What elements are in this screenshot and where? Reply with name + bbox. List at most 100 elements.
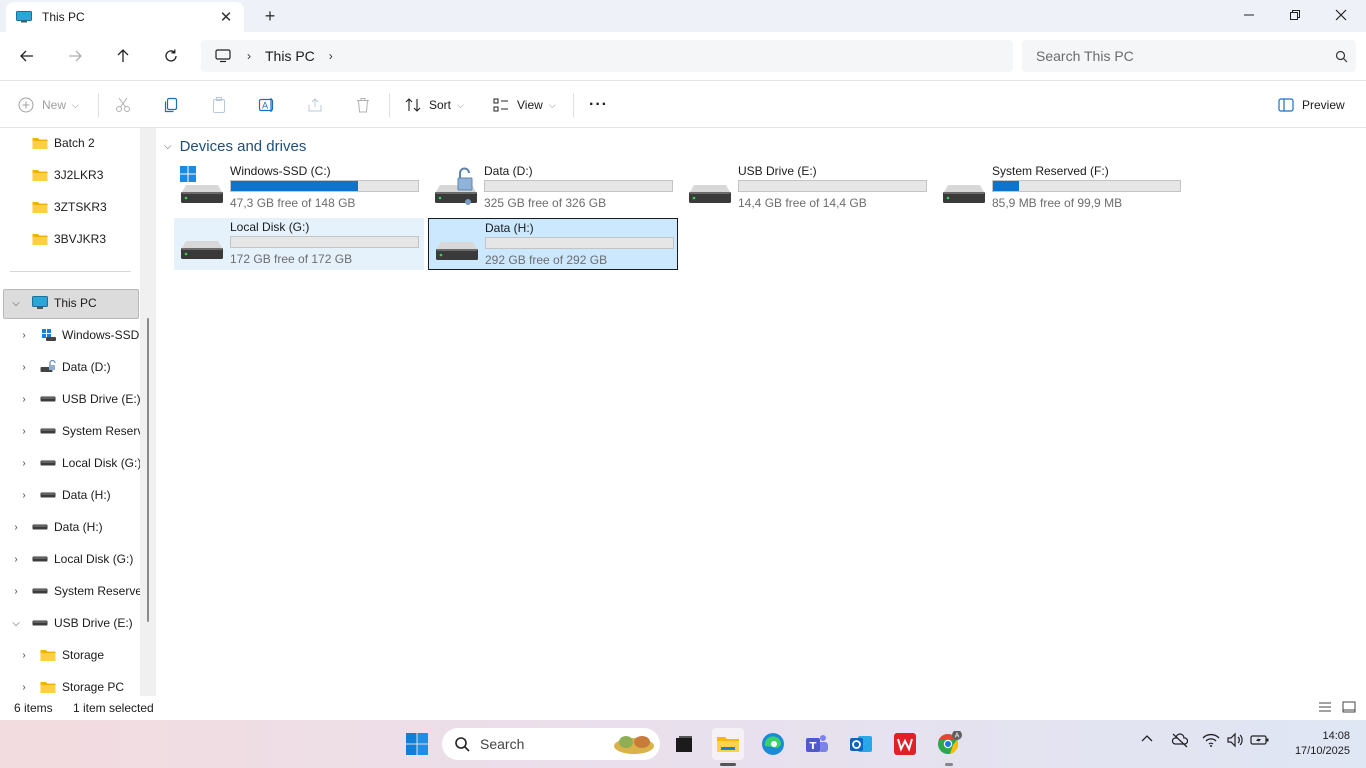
chevron-right-icon[interactable]: › [329,49,333,63]
share-button[interactable] [306,91,324,119]
sidebar-item[interactable]: › System Reservec [8,577,148,605]
drive-tile[interactable]: USB Drive (E:) 14,4 GB free of 14,4 GB [682,162,932,214]
new-tab-button[interactable]: + [258,4,282,28]
outlook-taskbar-button[interactable] [845,728,877,760]
breadcrumb-this-pc[interactable]: This PC [265,48,315,64]
taskbar-search[interactable]: Search [442,728,660,760]
cut-button[interactable] [114,91,132,119]
drive-tile[interactable]: Windows-SSD (C:) 47,3 GB free of 148 GB [174,162,424,214]
drive-name: Data (H:) [485,221,534,235]
drive-tile[interactable]: Local Disk (G:) 172 GB free of 172 GB [174,218,424,270]
computer-outline-icon [215,49,231,63]
sidebar-item[interactable]: › USB Drive (E:) [16,385,140,413]
folder-icon [40,680,56,694]
chevron-right-icon[interactable]: › [16,458,32,469]
group-header[interactable]: ⌵ Devices and drives [164,138,306,155]
sidebar-item[interactable]: 3ZTSKR3 [32,193,107,221]
drive-icon [40,456,56,470]
file-explorer-taskbar-button[interactable] [712,728,744,760]
drive-icon [435,229,479,263]
sidebar-scrollbar-thumb[interactable] [147,318,149,622]
chrome-taskbar-button[interactable]: A [933,728,965,760]
close-tab-button[interactable]: ✕ [212,5,240,29]
onedrive-status-button[interactable] [1171,732,1189,751]
drive-free-space: 172 GB free of 172 GB [230,252,353,266]
show-hidden-icons-button[interactable] [1140,732,1154,749]
wps-taskbar-button[interactable] [889,728,921,760]
chevron-right-icon[interactable]: › [8,586,24,597]
large-icons-view-button[interactable] [1342,700,1356,717]
search-box[interactable] [1022,40,1356,72]
locked-drive-icon [40,360,56,374]
details-view-button[interactable] [1318,700,1332,717]
delete-button[interactable] [354,91,372,119]
tab-this-pc[interactable]: This PC ✕ [6,2,244,32]
chevron-right-icon[interactable]: › [247,49,251,63]
task-view-button[interactable] [668,728,700,760]
navigation-pane: Batch 2 3J2LKR3 3ZTSKR3 3BVJKR3 ⌵ This PC › Win… [0,128,148,696]
refresh-button[interactable] [156,42,186,70]
preview-button[interactable]: Preview [1278,91,1345,119]
edge-taskbar-button[interactable] [757,728,789,760]
drive-usage-fill [993,181,1020,191]
sidebar-item[interactable]: › Storage PC [16,673,124,696]
sidebar-item[interactable]: Batch 2 [32,129,95,157]
chevron-right-icon[interactable]: › [16,330,32,341]
search-input[interactable] [1036,48,1326,64]
clock-time: 14:08 [1322,730,1350,742]
sidebar-item[interactable]: 3J2LKR3 [32,161,103,189]
battery-button[interactable] [1250,732,1270,751]
chevron-right-icon[interactable]: › [16,682,32,693]
rename-button[interactable]: A [258,91,276,119]
more-options-button[interactable]: ··· [589,91,608,119]
chevron-down-icon[interactable]: ⌵ [8,618,24,629]
sidebar-item[interactable]: ⌵ USB Drive (E:) [8,609,132,637]
drive-tile[interactable]: Data (H:) 292 GB free of 292 GB [428,218,678,270]
sidebar-item[interactable]: ⌵ This PC [8,289,97,317]
teams-taskbar-button[interactable]: T [801,728,833,760]
sidebar-item-label: System Reserv [62,424,144,438]
chevron-right-icon[interactable]: › [16,394,32,405]
chevron-down-icon[interactable]: ⌵ [8,298,24,309]
divider [10,271,131,272]
edge-icon [762,733,784,755]
wifi-button[interactable] [1202,732,1220,751]
drive-tile[interactable]: System Reserved (F:) 85,9 MB free of 99,9… [936,162,1186,214]
drive-usage-bar [992,180,1181,192]
wps-office-icon [894,733,916,755]
sidebar-item[interactable]: › Local Disk (G:) [8,545,133,573]
sidebar-item[interactable]: › System Reserv [16,417,143,445]
drive-tile[interactable]: Data (D:) 325 GB free of 326 GB [428,162,678,214]
drive-usage-fill [231,181,359,191]
address-bar[interactable]: › This PC › [201,40,1013,72]
chevron-right-icon[interactable]: › [16,650,32,661]
search-icon[interactable] [1326,50,1356,63]
new-button[interactable]: New ⌵ [18,91,79,119]
chevron-right-icon[interactable]: › [8,522,24,533]
sidebar-item[interactable]: › Data (H:) [16,481,110,509]
copy-button[interactable] [162,91,180,119]
volume-button[interactable] [1226,732,1244,751]
sidebar-item[interactable]: 3BVJKR3 [32,225,106,253]
maximize-button[interactable] [1272,0,1318,30]
up-button[interactable] [108,42,138,70]
chevron-right-icon[interactable]: › [8,554,24,565]
close-window-button[interactable] [1318,0,1364,30]
chevron-right-icon[interactable]: › [16,426,32,437]
chevron-up-icon [1141,735,1153,742]
sidebar-item[interactable]: › Local Disk (G:) [16,449,141,477]
chevron-right-icon[interactable]: › [16,362,32,373]
sidebar-item[interactable]: › Storage [16,641,104,669]
back-button[interactable] [12,42,42,70]
view-button[interactable]: View ⌵ [493,91,556,119]
sidebar-item[interactable]: › Data (H:) [8,513,102,541]
sidebar-item[interactable]: › Windows-SSD [16,321,139,349]
chevron-right-icon[interactable]: › [16,490,32,501]
clock[interactable]: 14:08 17/10/2025 [1280,729,1350,759]
sidebar-item[interactable]: › Data (D:) [16,353,111,381]
forward-button[interactable] [60,42,90,70]
sort-button[interactable]: Sort ⌵ [405,91,464,119]
start-button[interactable] [401,728,433,760]
minimize-button[interactable] [1226,0,1272,30]
paste-button[interactable] [210,91,228,119]
